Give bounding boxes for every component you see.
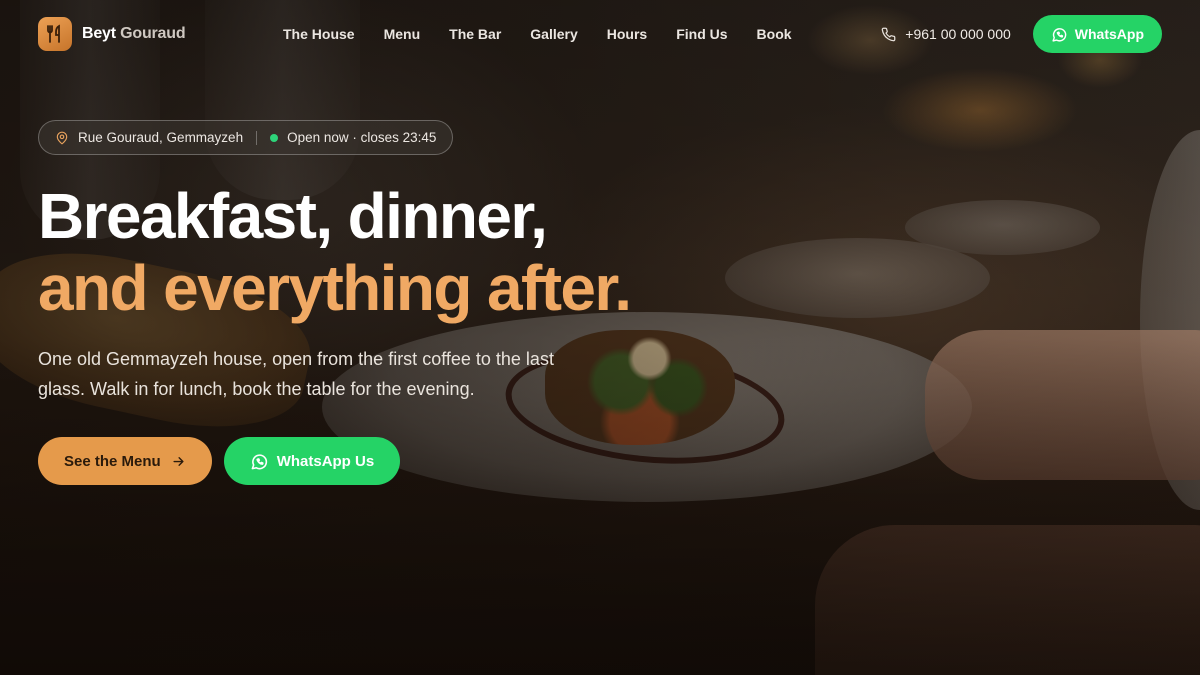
nav-link-the-house[interactable]: The House: [283, 26, 355, 42]
location-text: Rue Gouraud, Gemmayzeh: [78, 130, 244, 145]
phone-icon: [881, 27, 896, 42]
nav-link-book[interactable]: Book: [757, 26, 792, 42]
open-status-dot: [270, 133, 279, 142]
nav-links: The House Menu The Bar Gallery Hours Fin…: [283, 0, 821, 68]
navbar: Beyt Gouraud The House Menu The Bar Gall…: [0, 0, 1200, 68]
hero-headline: Breakfast, dinner, and everything after.: [38, 180, 632, 324]
whatsapp-us-label: WhatsApp Us: [276, 452, 375, 470]
nav-link-find-us[interactable]: Find Us: [676, 26, 727, 42]
whatsapp-nav-button[interactable]: WhatsApp: [1032, 15, 1162, 53]
fork-knife-icon: [38, 17, 72, 51]
see-menu-label: See the Menu: [64, 452, 161, 470]
location-status-pill: Rue Gouraud, Gemmayzeh Open now · closes…: [38, 120, 454, 155]
dark-overlay: [0, 0, 1200, 675]
hero-cta-row: See the Menu WhatsApp Us: [38, 437, 401, 485]
hero-background-photo: [0, 0, 1200, 675]
headline-line1: Breakfast, dinner,: [38, 180, 548, 252]
brand-logo-link[interactable]: Beyt Gouraud: [38, 17, 186, 51]
nav-link-hours[interactable]: Hours: [607, 26, 647, 42]
nav-link-the-bar[interactable]: The Bar: [449, 26, 501, 42]
see-menu-button[interactable]: See the Menu: [38, 437, 212, 485]
headline-line2: and everything after.: [38, 252, 632, 324]
brand-name-part2: Gouraud: [120, 25, 186, 42]
brand-name: Beyt Gouraud: [82, 25, 186, 43]
phone-number: +961 00 000 000: [905, 26, 1011, 42]
map-pin-icon: [55, 131, 69, 145]
whatsapp-icon: [250, 452, 269, 471]
whatsapp-us-button[interactable]: WhatsApp Us: [223, 437, 401, 485]
whatsapp-nav-label: WhatsApp: [1074, 26, 1144, 42]
pill-divider: [256, 130, 258, 145]
brand-name-part1: Beyt: [82, 25, 116, 42]
hero-subtitle: One old Gemmayzeh house, open from the f…: [38, 349, 554, 399]
phone-link[interactable]: +961 00 000 000: [881, 26, 1011, 42]
open-status-text: Open now · closes 23:45: [287, 130, 437, 145]
nav-actions: +961 00 000 000 WhatsApp: [881, 0, 1162, 68]
whatsapp-icon: [1051, 26, 1068, 43]
arrow-right-icon: [171, 454, 186, 469]
nav-link-gallery[interactable]: Gallery: [530, 26, 577, 42]
nav-link-menu[interactable]: Menu: [384, 26, 421, 42]
